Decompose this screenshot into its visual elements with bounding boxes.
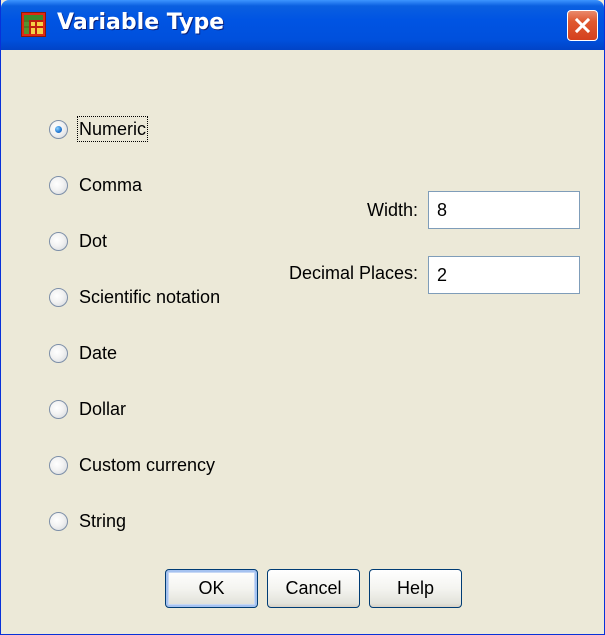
variable-type-dialog: Variable Type Numeric Comma Dot Scientif…	[0, 0, 605, 635]
radio-label: Date	[79, 343, 118, 363]
close-button[interactable]	[567, 10, 598, 41]
ok-button[interactable]: OK	[165, 569, 258, 608]
radio-label: String	[79, 511, 127, 531]
radio-icon	[49, 400, 68, 419]
spss-grid-icon	[21, 12, 46, 37]
radio-icon	[49, 288, 68, 307]
radio-icon	[49, 120, 68, 139]
decimal-places-input[interactable]: 2	[428, 256, 580, 294]
radio-icon	[49, 344, 68, 363]
close-icon	[574, 17, 591, 34]
radio-icon	[49, 512, 68, 531]
cancel-button[interactable]: Cancel	[267, 569, 360, 608]
window-title: Variable Type	[57, 10, 225, 35]
title-bar[interactable]: Variable Type	[1, 0, 604, 50]
radio-icon	[49, 456, 68, 475]
radio-label: Dollar	[79, 399, 127, 419]
radio-icon	[49, 176, 68, 195]
radio-label: Numeric	[76, 116, 149, 142]
width-label: Width:	[366, 200, 418, 220]
help-button[interactable]: Help	[369, 569, 462, 608]
decimal-places-label: Decimal Places:	[288, 263, 418, 283]
radio-label: Comma	[79, 175, 143, 195]
radio-label: Scientific notation	[79, 287, 221, 307]
width-input[interactable]: 8	[428, 191, 580, 229]
radio-label: Custom currency	[79, 455, 216, 475]
radio-icon	[49, 232, 68, 251]
radio-label: Dot	[79, 231, 108, 251]
